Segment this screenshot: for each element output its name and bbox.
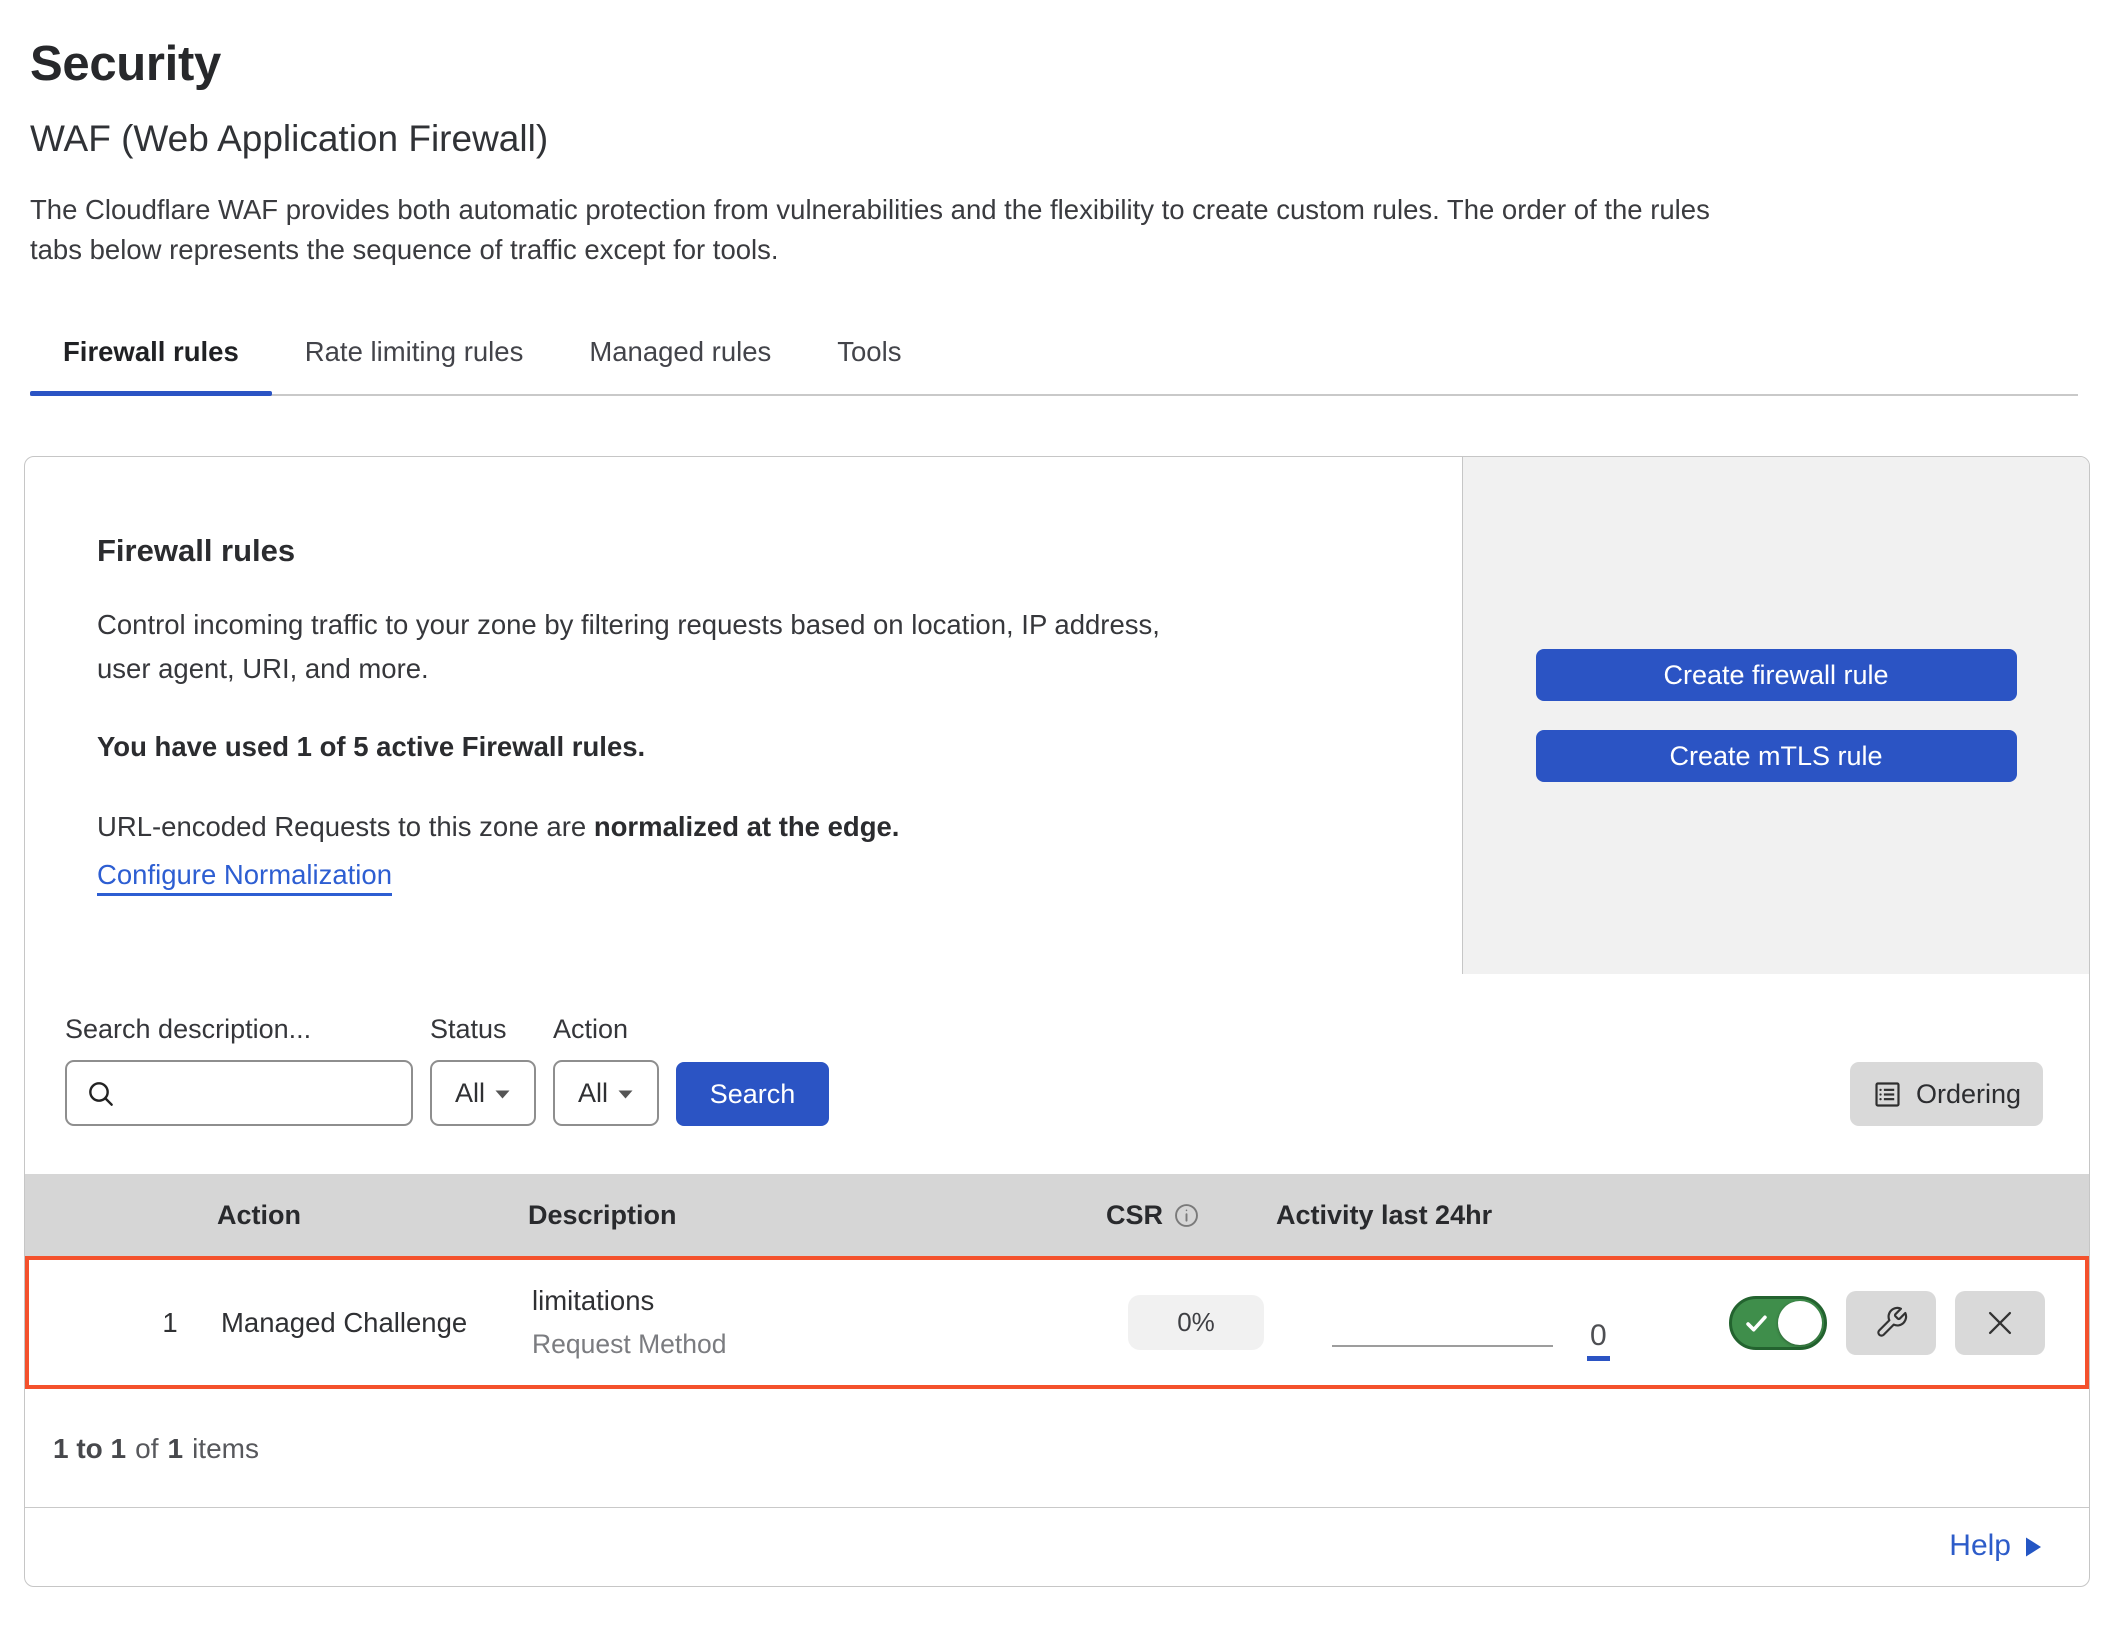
- activity-count-link[interactable]: 0: [1587, 1322, 1610, 1361]
- action-field: Action All: [553, 1014, 659, 1126]
- ordering-label: Ordering: [1916, 1079, 2021, 1110]
- normalization-text: URL-encoded Requests to this zone are no…: [97, 811, 1402, 843]
- rule-enabled-toggle[interactable]: [1729, 1296, 1827, 1350]
- column-header-action: Action: [217, 1200, 528, 1231]
- card-description-line: user agent, URI, and more.: [97, 647, 1402, 691]
- tab-rate-limiting-rules[interactable]: Rate limiting rules: [272, 322, 557, 394]
- column-header-csr: CSR: [1106, 1200, 1276, 1231]
- search-box: [65, 1060, 413, 1126]
- csr-header-label: CSR: [1106, 1200, 1163, 1231]
- column-header-activity: Activity last 24hr: [1276, 1200, 1611, 1231]
- card-description-line: Control incoming traffic to your zone by…: [97, 603, 1402, 647]
- create-firewall-rule-button[interactable]: Create firewall rule: [1536, 649, 2017, 701]
- help-link[interactable]: Help: [1949, 1529, 2043, 1563]
- search-button[interactable]: Search: [676, 1062, 829, 1126]
- help-label: Help: [1949, 1529, 2011, 1563]
- tab-label: Managed rules: [589, 336, 771, 367]
- usage-text: You have used 1 of 5 active Firewall rul…: [97, 731, 1402, 763]
- search-icon: [85, 1078, 117, 1110]
- wrench-icon: [1874, 1305, 1909, 1340]
- check-icon: [1743, 1310, 1770, 1337]
- row-activity-cell: 0: [1280, 1260, 1615, 1385]
- normalization-prefix: URL-encoded Requests to this zone are: [97, 811, 594, 842]
- items-summary: 1 to 1 of 1 items: [25, 1389, 2089, 1508]
- configure-normalization-link[interactable]: Configure Normalization: [97, 859, 392, 891]
- tab-tools[interactable]: Tools: [804, 322, 934, 394]
- security-waf-page: Security WAF (Web Application Firewall) …: [0, 0, 2114, 1587]
- edit-rule-button[interactable]: [1846, 1291, 1936, 1355]
- summary-of: of: [135, 1433, 158, 1465]
- waf-tabs: Firewall rules Rate limiting rules Manag…: [30, 322, 2078, 396]
- delete-rule-button[interactable]: [1955, 1291, 2045, 1355]
- summary-items: items: [192, 1433, 259, 1465]
- tab-label: Firewall rules: [63, 336, 239, 367]
- page-description: The Cloudflare WAF provides both automat…: [30, 190, 2084, 270]
- firewall-rules-card: Firewall rules Control incoming traffic …: [24, 456, 2090, 1587]
- row-controls: [1615, 1291, 2085, 1355]
- action-dropdown[interactable]: All: [553, 1060, 659, 1126]
- status-field: Status All: [430, 1014, 536, 1126]
- table-row: 1 Managed Challenge limitations Request …: [25, 1256, 2089, 1389]
- row-action: Managed Challenge: [221, 1307, 532, 1339]
- tab-managed-rules[interactable]: Managed rules: [556, 322, 804, 394]
- help-bar: Help: [25, 1508, 2089, 1586]
- action-label: Action: [553, 1014, 659, 1045]
- card-heading: Firewall rules: [97, 533, 1402, 569]
- tab-label: Rate limiting rules: [305, 336, 524, 367]
- csr-badge: 0%: [1128, 1295, 1264, 1350]
- normalization-bold: normalized at the edge.: [594, 811, 900, 842]
- table-header: Action Description CSR Activity last 24h…: [25, 1174, 2089, 1256]
- ordering-button[interactable]: Ordering: [1850, 1062, 2043, 1126]
- status-label: Status: [430, 1014, 536, 1045]
- firewall-rules-overview: Firewall rules Control incoming traffic …: [25, 457, 2089, 974]
- row-expression: Request Method: [532, 1329, 1110, 1360]
- tab-label: Tools: [837, 336, 901, 367]
- status-dropdown[interactable]: All: [430, 1060, 536, 1126]
- row-priority: 1: [29, 1307, 221, 1339]
- firewall-rules-info: Firewall rules Control incoming traffic …: [25, 457, 1462, 974]
- filter-bar: Search description... Status All: [25, 974, 2089, 1174]
- status-dropdown-value: All: [455, 1078, 485, 1109]
- page-subtitle: WAF (Web Application Firewall): [30, 118, 2114, 160]
- action-dropdown-value: All: [578, 1078, 608, 1109]
- search-label: Search description...: [65, 1014, 413, 1045]
- page-description-line: The Cloudflare WAF provides both automat…: [30, 190, 2084, 230]
- row-description: limitations: [532, 1285, 1110, 1317]
- x-icon: [1983, 1306, 2017, 1340]
- search-input[interactable]: [65, 1060, 413, 1126]
- card-actions-panel: Create firewall rule Create mTLS rule: [1462, 457, 2089, 974]
- row-csr-cell: 0%: [1110, 1295, 1280, 1350]
- arrow-right-icon: [2024, 1535, 2043, 1559]
- summary-total: 1: [168, 1433, 184, 1465]
- ordering-list-icon: [1872, 1079, 1903, 1110]
- chevron-down-icon: [494, 1089, 511, 1100]
- tab-firewall-rules[interactable]: Firewall rules: [30, 322, 272, 394]
- create-mtls-rule-button[interactable]: Create mTLS rule: [1536, 730, 2017, 782]
- chevron-down-icon: [617, 1089, 634, 1100]
- card-description: Control incoming traffic to your zone by…: [97, 603, 1402, 691]
- activity-sparkline: [1332, 1345, 1553, 1347]
- summary-range: 1 to 1: [53, 1433, 126, 1465]
- search-field: Search description...: [65, 1014, 413, 1126]
- column-header-description: Description: [528, 1200, 1106, 1231]
- toggle-knob: [1778, 1301, 1822, 1345]
- row-description-cell: limitations Request Method: [532, 1285, 1110, 1360]
- page-title: Security: [30, 36, 2114, 92]
- page-description-line: tabs below represents the sequence of tr…: [30, 230, 2084, 270]
- info-icon[interactable]: [1173, 1202, 1200, 1229]
